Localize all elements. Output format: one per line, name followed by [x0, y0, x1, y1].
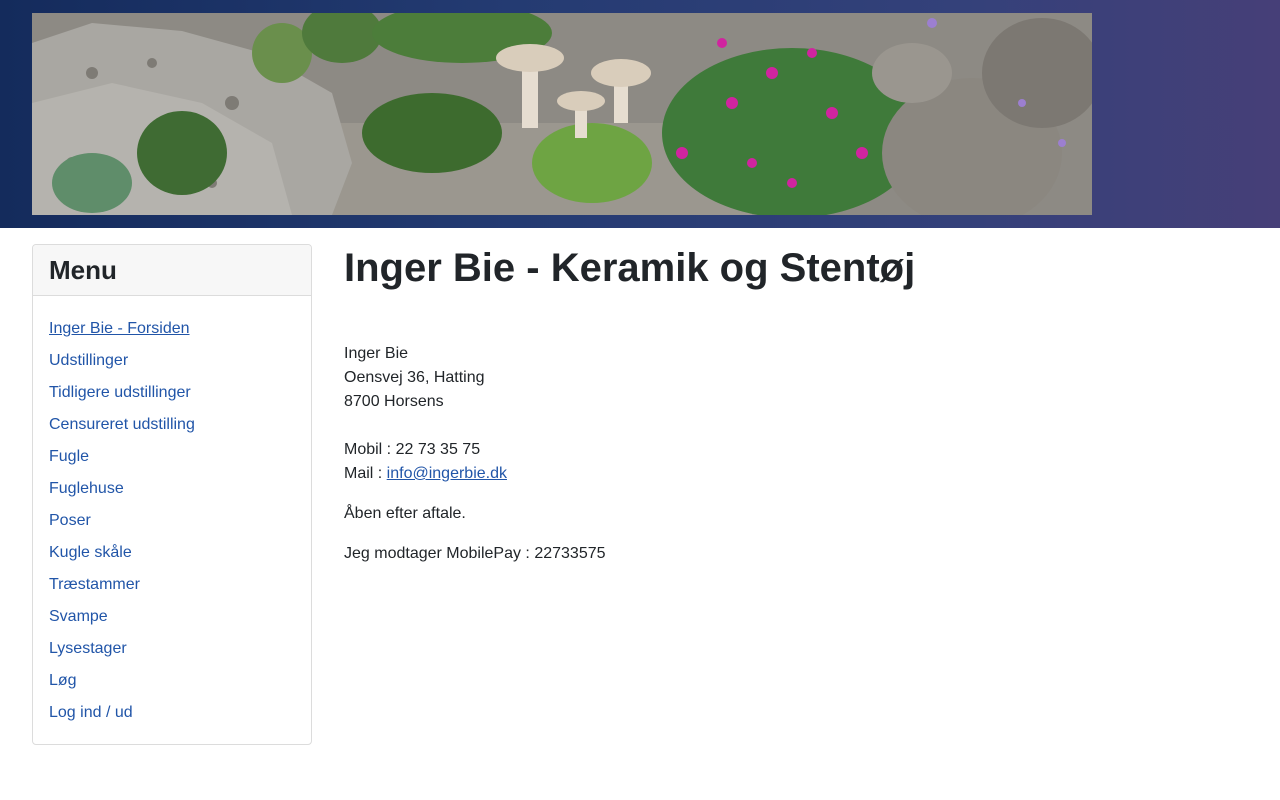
menu-link-udstillinger[interactable]: Udstillinger — [49, 352, 128, 369]
menu-item-svampe: Svampe — [49, 606, 311, 638]
menu-link-fugle[interactable]: Fugle — [49, 448, 89, 465]
mail-link[interactable]: info@ingerbie.dk — [387, 465, 507, 482]
menu-item-kugle-skale: Kugle skåle — [49, 542, 311, 574]
contact-mail-line: Mail : info@ingerbie.dk — [344, 462, 1244, 486]
contact-city: 8700 Horsens — [344, 393, 444, 410]
menu-list: Inger Bie - Forsiden Udstillinger Tidlig… — [33, 296, 311, 734]
mail-label: Mail : — [344, 465, 387, 482]
menu-link-kugle-skale[interactable]: Kugle skåle — [49, 544, 132, 561]
main-content: Inger Bie - Keramik og Stentøj Inger Bie… — [344, 244, 1244, 566]
menu-link-tidligere-udstillinger[interactable]: Tidligere udstillinger — [49, 384, 191, 401]
menu-item-lysestager: Lysestager — [49, 638, 311, 670]
menu-item-log: Løg — [49, 670, 311, 702]
sidebar-menu: Menu Inger Bie - Forsiden Udstillinger T… — [32, 244, 312, 745]
menu-item-login: Log ind / ud — [49, 702, 311, 734]
contact-street: Oensvej 36, Hatting — [344, 369, 485, 386]
contact-mobile: Mobil : 22 73 35 75 — [344, 441, 481, 458]
menu-title: Menu — [49, 255, 117, 285]
menu-item-udstillinger: Udstillinger — [49, 350, 311, 382]
menu-link-censureret-udstilling[interactable]: Censureret udstilling — [49, 416, 195, 433]
mobilepay-info: Jeg modtager MobilePay : 22733575 — [344, 545, 606, 562]
contact-block: Inger Bie Oensvej 36, Hatting 8700 Horse… — [344, 342, 1244, 486]
menu-header: Menu — [33, 245, 311, 296]
menu-link-log[interactable]: Løg — [49, 672, 77, 689]
menu-link-fuglehuse[interactable]: Fuglehuse — [49, 480, 124, 497]
menu-item-forsiden: Inger Bie - Forsiden — [49, 318, 311, 350]
menu-item-traestammer: Træstammer — [49, 574, 311, 606]
menu-link-svampe[interactable]: Svampe — [49, 608, 108, 625]
header — [0, 0, 1280, 228]
menu-link-poser[interactable]: Poser — [49, 512, 91, 529]
menu-item-fuglehuse: Fuglehuse — [49, 478, 311, 510]
menu-link-login[interactable]: Log ind / ud — [49, 704, 133, 721]
menu-link-lysestager[interactable]: Lysestager — [49, 640, 127, 657]
menu-item-poser: Poser — [49, 510, 311, 542]
menu-item-fugle: Fugle — [49, 446, 311, 478]
page-title: Inger Bie - Keramik og Stentøj — [344, 246, 916, 290]
menu-link-forsiden[interactable]: Inger Bie - Forsiden — [49, 320, 190, 337]
banner-image — [32, 13, 1092, 215]
opening-hours: Åben efter aftale. — [344, 505, 466, 522]
menu-item-tidligere-udstillinger: Tidligere udstillinger — [49, 382, 311, 414]
contact-name: Inger Bie — [344, 345, 409, 362]
menu-link-traestammer[interactable]: Træstammer — [49, 576, 140, 593]
menu-item-censureret-udstilling: Censureret udstilling — [49, 414, 311, 446]
